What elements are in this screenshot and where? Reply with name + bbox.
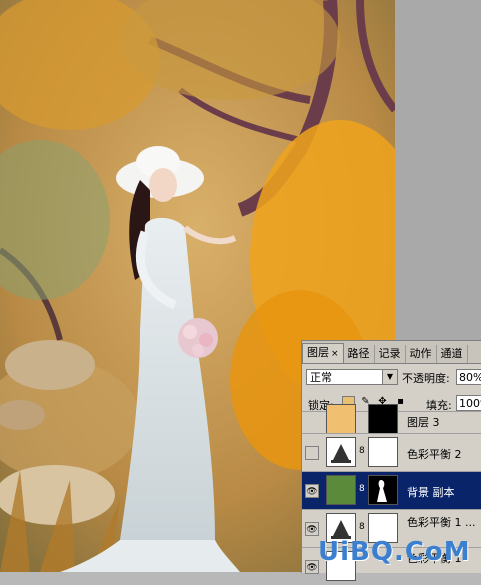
link-icon: 8 [359, 522, 365, 532]
tab-history[interactable]: 记录 [375, 345, 406, 363]
tab-history-label: 记录 [378, 347, 401, 360]
layer-name: 背景 副本 [407, 486, 455, 499]
tab-channels-label: 通道 [440, 347, 463, 360]
blend-mode-value: 正常 [310, 371, 332, 384]
opacity-label: 不透明度: [402, 372, 450, 385]
panel-tabs: 图层 × 路径 记录 动作 通道 [302, 341, 481, 364]
tab-layers[interactable]: 图层 × [302, 343, 344, 363]
tab-paths-label: 路径 [347, 347, 370, 360]
fill-input[interactable]: 100% [456, 395, 481, 411]
eye-icon[interactable]: 👁 [305, 522, 319, 536]
canvas-background [395, 0, 481, 340]
layer-thumbnail [326, 404, 356, 434]
tab-actions[interactable]: 动作 [406, 345, 437, 363]
tab-channels[interactable]: 通道 [437, 345, 468, 363]
layer-row[interactable]: 8 色彩平衡 2 [302, 433, 481, 471]
tab-paths[interactable]: 路径 [344, 345, 375, 363]
link-icon: 8 [359, 484, 365, 494]
mask-silhouette [377, 480, 387, 502]
tab-layers-label: 图层 [307, 346, 329, 359]
close-icon[interactable]: × [331, 349, 339, 359]
tab-actions-label: 动作 [409, 347, 432, 360]
layer-thumbnail [326, 475, 356, 505]
layer-name: 色彩平衡 1 ... [407, 516, 476, 529]
blend-mode-select[interactable]: 正常 ▼ [306, 369, 398, 385]
adjustment-thumbnail [326, 437, 356, 467]
opacity-input[interactable]: 80% [456, 369, 481, 385]
balance-icon [331, 444, 351, 463]
link-icon: 8 [359, 446, 365, 456]
layer-mask-thumbnail [368, 404, 398, 434]
layer-name: 色彩平衡 2 [407, 448, 462, 461]
visibility-toggle[interactable] [305, 446, 319, 460]
layer-mask-thumbnail [368, 437, 398, 467]
chevron-down-icon[interactable]: ▼ [382, 370, 397, 384]
layer-mask-thumbnail [368, 475, 398, 505]
layer-name: 图层 3 [407, 416, 440, 429]
layer-row-selected[interactable]: 👁 8 背景 副本 [302, 471, 481, 509]
layer-row[interactable]: 图层 3 [302, 404, 481, 434]
watermark: UiBQ.CoM [318, 537, 471, 567]
eye-icon[interactable]: 👁 [305, 484, 319, 498]
